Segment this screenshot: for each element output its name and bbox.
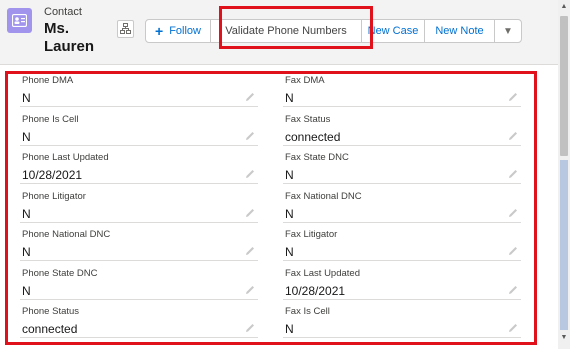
- record-name: Ms. Lauren: [44, 20, 95, 55]
- scrollbar-track: [560, 160, 568, 330]
- more-actions-button[interactable]: ▼: [494, 19, 522, 43]
- new-note-button[interactable]: New Note: [424, 19, 495, 43]
- new-case-label: New Case: [367, 25, 419, 37]
- contact-card-icon: [7, 8, 32, 33]
- scroll-down-arrow-icon[interactable]: ▼: [558, 334, 570, 341]
- highlight-box-fields: [5, 71, 537, 345]
- scrollbar-thumb[interactable]: [560, 16, 568, 156]
- object-label: Contact: [44, 6, 82, 18]
- plus-icon: +: [155, 23, 164, 39]
- follow-label: Follow: [169, 25, 201, 37]
- hierarchy-button[interactable]: [117, 20, 134, 38]
- follow-button[interactable]: + Follow: [145, 19, 211, 43]
- chevron-down-icon: ▼: [503, 25, 513, 37]
- vertical-scrollbar[interactable]: ▲ ▼: [558, 0, 570, 349]
- new-note-label: New Note: [435, 25, 484, 37]
- scroll-up-arrow-icon[interactable]: ▲: [558, 3, 570, 10]
- highlight-box-validate-button: [219, 6, 373, 49]
- hierarchy-icon: [120, 23, 131, 34]
